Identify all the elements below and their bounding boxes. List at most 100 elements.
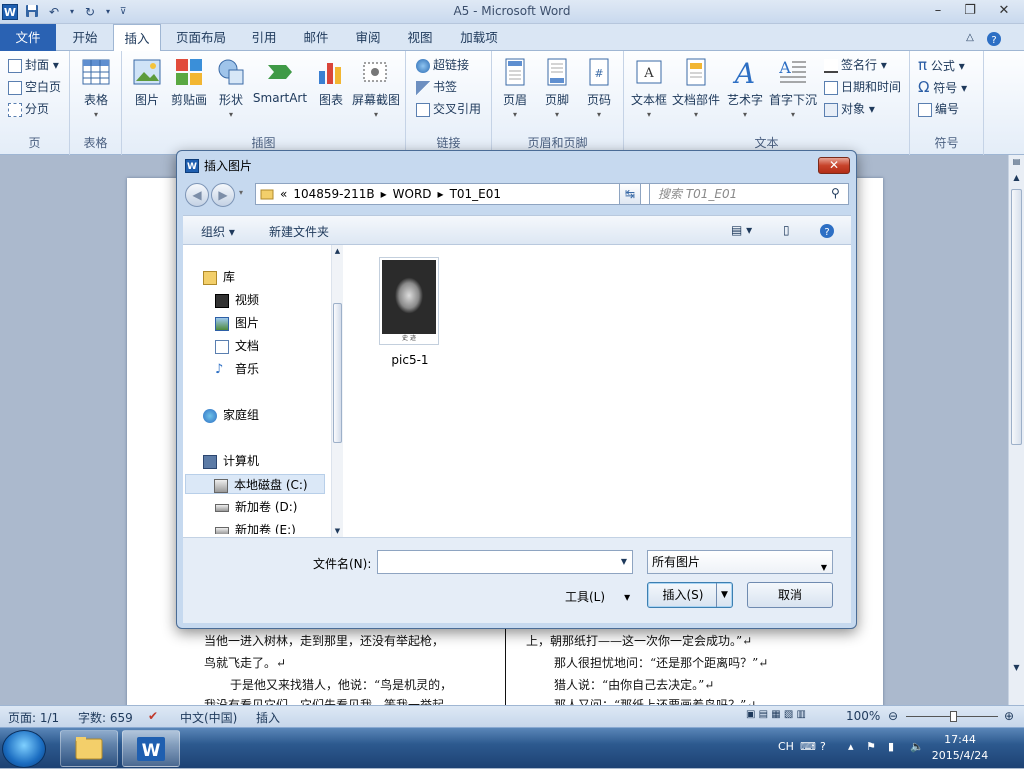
action-center-icon[interactable]: ⚑ bbox=[866, 740, 876, 753]
breadcrumb-item[interactable]: T01_E01 bbox=[450, 187, 501, 201]
equation-button[interactable]: π 公式 ▾ bbox=[918, 55, 965, 75]
back-button[interactable]: ◀ bbox=[185, 183, 209, 207]
picture-button[interactable]: 图片 bbox=[124, 57, 170, 108]
cross-reference-button[interactable]: 交叉引用 bbox=[416, 99, 481, 119]
breadcrumb-item[interactable]: WORD bbox=[393, 187, 432, 201]
network-icon[interactable]: ▮ bbox=[888, 740, 894, 753]
zoom-in-icon[interactable]: ⊕ bbox=[1004, 709, 1014, 723]
zoom-out-icon[interactable]: ⊖ bbox=[888, 709, 898, 723]
keyboard-icon[interactable]: ⌨ bbox=[800, 740, 816, 753]
clipart-button[interactable]: 剪贴画 bbox=[166, 57, 212, 108]
breadcrumb-separator[interactable]: ▸ bbox=[381, 187, 387, 201]
nav-video[interactable]: 视频 bbox=[215, 290, 259, 310]
nav-scroll-down-icon[interactable]: ▼ bbox=[332, 527, 343, 535]
start-button[interactable] bbox=[2, 730, 46, 768]
volume-icon[interactable]: 🔈 bbox=[910, 740, 924, 753]
tab-file[interactable]: 文件 bbox=[0, 24, 56, 51]
filename-input[interactable]: ▼ bbox=[377, 550, 633, 574]
hyperlink-button[interactable]: 超链接 bbox=[416, 55, 469, 75]
header-button[interactable]: 页眉 ▾ bbox=[492, 57, 538, 119]
zoom-slider-thumb[interactable] bbox=[950, 711, 957, 722]
forward-button[interactable]: ▶ bbox=[211, 183, 235, 207]
nav-library[interactable]: 库 bbox=[203, 267, 235, 287]
screenshot-button[interactable]: 屏幕截图 ▾ bbox=[348, 57, 404, 119]
tab-home[interactable]: 开始 bbox=[60, 24, 110, 51]
new-folder-button[interactable]: 新建文件夹 bbox=[269, 223, 329, 240]
insert-dropdown-icon[interactable]: ▼ bbox=[716, 583, 732, 607]
view-buttons[interactable]: ▣ ▤ ▦ ▧ ▥ bbox=[746, 709, 806, 720]
file-name[interactable]: pic5-1 bbox=[376, 353, 444, 367]
dialog-help-icon[interactable]: ? bbox=[819, 223, 835, 242]
smartart-button[interactable]: SmartArt bbox=[252, 57, 308, 105]
nav-scrollbar[interactable]: ▲ ▼ bbox=[331, 245, 343, 537]
refresh-button[interactable]: ↹ bbox=[619, 183, 641, 205]
scroll-thumb[interactable] bbox=[1011, 189, 1022, 445]
breadcrumb-separator[interactable]: ▸ bbox=[438, 187, 444, 201]
ime-indicator[interactable]: CH bbox=[778, 740, 794, 753]
tools-menu[interactable]: 工具(L) ▾ bbox=[565, 588, 630, 605]
tab-addins[interactable]: 加载项 bbox=[450, 24, 508, 51]
tab-page-layout[interactable]: 页面布局 bbox=[168, 24, 234, 51]
recent-locations-icon[interactable]: ▾ bbox=[239, 188, 243, 197]
close-button[interactable]: ✕ bbox=[990, 2, 1018, 20]
nav-drive-d[interactable]: 新加卷 (D:) bbox=[215, 497, 297, 517]
scroll-up-icon[interactable]: ▲ bbox=[1010, 173, 1023, 182]
proofing-icon[interactable]: ✔ bbox=[148, 709, 158, 723]
restore-button[interactable]: ❐ bbox=[956, 2, 984, 20]
quick-parts-button[interactable]: 文档部件 ▾ bbox=[670, 57, 722, 119]
page-count[interactable]: 页面: 1/1 bbox=[8, 709, 59, 726]
help-tray-icon[interactable]: ? bbox=[820, 740, 826, 753]
cancel-button[interactable]: 取消 bbox=[747, 582, 833, 608]
tab-review[interactable]: 审阅 bbox=[344, 24, 392, 51]
word-taskbar-button[interactable]: W bbox=[122, 730, 180, 767]
filetype-select[interactable]: 所有图片 ▼ bbox=[647, 550, 833, 574]
nav-computer[interactable]: 计算机 bbox=[203, 451, 259, 471]
dialog-close-button[interactable]: ✕ bbox=[818, 157, 850, 174]
footer-button[interactable]: 页脚 ▾ bbox=[534, 57, 580, 119]
filename-dropdown-icon[interactable]: ▼ bbox=[621, 557, 627, 566]
nav-documents[interactable]: 文档 bbox=[215, 336, 259, 356]
page-break-button[interactable]: 分页 bbox=[8, 99, 49, 119]
minimize-button[interactable]: – bbox=[924, 2, 952, 20]
help-icon[interactable]: ? bbox=[984, 24, 1004, 51]
date-time-button[interactable]: 日期和时间 bbox=[824, 77, 901, 97]
breadcrumb-item[interactable]: 104859-211B bbox=[293, 187, 374, 201]
numbering-button[interactable]: 编号 bbox=[918, 99, 959, 119]
table-button[interactable]: 表格 ▾ bbox=[73, 57, 119, 119]
nav-pictures[interactable]: 图片 bbox=[215, 313, 259, 333]
page-number-button[interactable]: # 页码 ▾ bbox=[576, 57, 622, 119]
tab-view[interactable]: 视图 bbox=[396, 24, 444, 51]
ruler-toggle-icon[interactable]: ▤ bbox=[1010, 157, 1023, 171]
view-options-icon[interactable]: ▤ ▾ bbox=[731, 223, 752, 237]
file-thumbnail[interactable]: 史 迹 bbox=[379, 257, 439, 345]
preview-pane-icon[interactable]: ▯ bbox=[783, 223, 790, 237]
address-bar[interactable]: « 104859-211B ▸ WORD ▸ T01_E01 ▼ bbox=[255, 183, 667, 205]
organize-menu[interactable]: 组织 ▾ bbox=[201, 223, 235, 240]
search-input[interactable]: 搜索 T01_E01 bbox=[649, 183, 849, 205]
language[interactable]: 中文(中国) bbox=[180, 709, 237, 726]
tab-insert[interactable]: 插入 bbox=[113, 24, 161, 52]
signature-line-button[interactable]: 签名行 ▾ bbox=[824, 55, 887, 75]
word-count[interactable]: 字数: 659 bbox=[78, 709, 133, 726]
clock[interactable]: 17:44 2015/4/24 bbox=[930, 732, 990, 764]
tray-arrow-icon[interactable]: ▴ bbox=[848, 740, 854, 753]
nav-homegroup[interactable]: 家庭组 bbox=[203, 405, 259, 425]
drop-cap-button[interactable]: A 首字下沉 ▾ bbox=[766, 57, 820, 119]
scroll-down-icon[interactable]: ▼ bbox=[1010, 663, 1023, 672]
explorer-taskbar-button[interactable] bbox=[60, 730, 118, 767]
nav-scroll-up-icon[interactable]: ▲ bbox=[332, 247, 343, 255]
nav-music[interactable]: ♪ 音乐 bbox=[215, 359, 259, 379]
nav-drive-e[interactable]: 新加卷 (E:) bbox=[215, 520, 296, 534]
insert-button[interactable]: 插入(S) ▼ bbox=[647, 582, 733, 608]
ribbon-collapse-icon[interactable]: △ bbox=[960, 24, 980, 51]
document-scrollbar[interactable]: ▤ ▲ ▼ bbox=[1008, 155, 1024, 705]
symbol-button[interactable]: Ω 符号 ▾ bbox=[918, 77, 967, 97]
nav-scroll-thumb[interactable] bbox=[333, 303, 342, 443]
shapes-button[interactable]: 形状 ▾ bbox=[208, 57, 254, 119]
tab-references[interactable]: 引用 bbox=[240, 24, 288, 51]
insert-mode[interactable]: 插入 bbox=[256, 709, 280, 726]
nav-drive-c[interactable]: 本地磁盘 (C:) bbox=[185, 474, 325, 494]
cover-page-button[interactable]: 封面 ▾ bbox=[8, 55, 59, 75]
textbox-button[interactable]: A 文本框 ▾ bbox=[626, 57, 672, 119]
zoom-level[interactable]: 100% bbox=[846, 709, 880, 723]
